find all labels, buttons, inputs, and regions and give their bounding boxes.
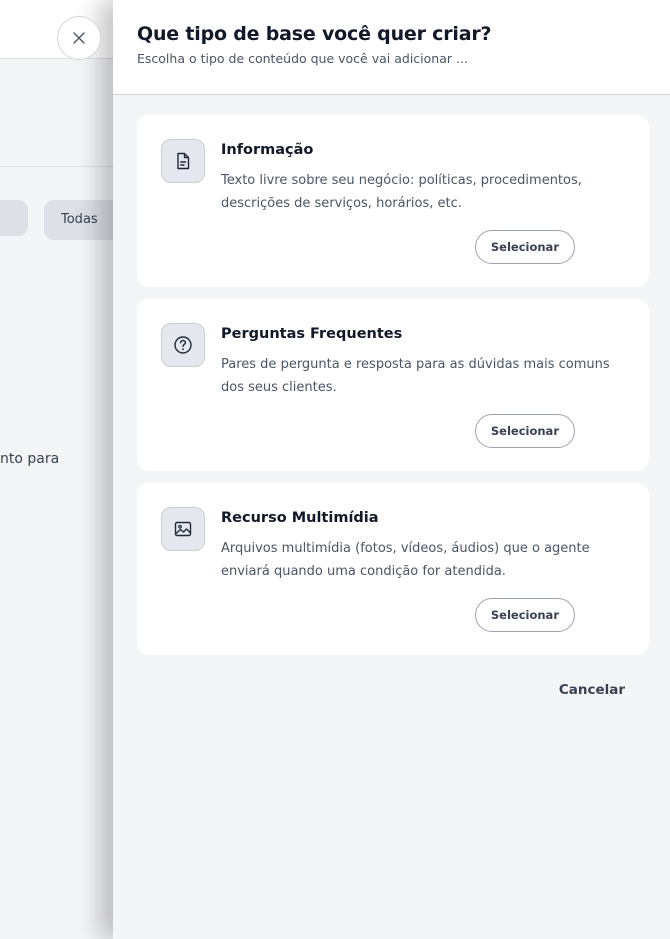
image-icon [174, 521, 192, 537]
select-recurso-multimidia-button[interactable]: Selecionar [474, 598, 575, 632]
close-icon [73, 32, 85, 44]
document-icon [177, 152, 190, 170]
card-perguntas-frequentes: Perguntas Frequentes Pares de pergunta e… [137, 299, 649, 471]
close-drawer-button[interactable] [57, 16, 101, 60]
card-informacao: Informação Texto livre sobre seu negócio… [137, 115, 649, 287]
filter-todas-button[interactable]: Todas [44, 200, 124, 240]
card-description: Texto livre sobre seu negócio: políticas… [221, 173, 582, 211]
card-icon-container [161, 323, 205, 367]
background-filter-pill[interactable] [0, 200, 28, 236]
cancel-button[interactable]: Cancelar [559, 682, 625, 698]
select-perguntas-frequentes-button[interactable]: Selecionar [474, 414, 575, 448]
card-recurso-multimidia: Recurso Multimídia Arquivos multimídia (… [137, 483, 649, 655]
card-title: Recurso Multimídia [221, 510, 379, 526]
card-title: Informação [221, 142, 314, 158]
create-base-drawer: Que tipo de base você quer criar? Escolh… [113, 0, 670, 939]
card-description: Pares de pergunta e resposta para as dúv… [221, 357, 610, 395]
card-icon-container [161, 139, 205, 183]
base-type-list: Informação Texto livre sobre seu negócio… [113, 95, 670, 655]
question-circle-icon [174, 336, 192, 354]
drawer-header: Que tipo de base você quer criar? Escolh… [113, 0, 670, 95]
drawer-title: Que tipo de base você quer criar? [137, 23, 492, 45]
card-description: Arquivos multimídia (fotos, vídeos, áudi… [221, 541, 590, 579]
select-informacao-button[interactable]: Selecionar [474, 230, 575, 264]
background-partial-text: nto para [0, 451, 60, 467]
drawer-subtitle: Escolha o tipo de conteúdo que você vai … [137, 51, 468, 66]
card-icon-container [161, 507, 205, 551]
card-title: Perguntas Frequentes [221, 326, 403, 342]
